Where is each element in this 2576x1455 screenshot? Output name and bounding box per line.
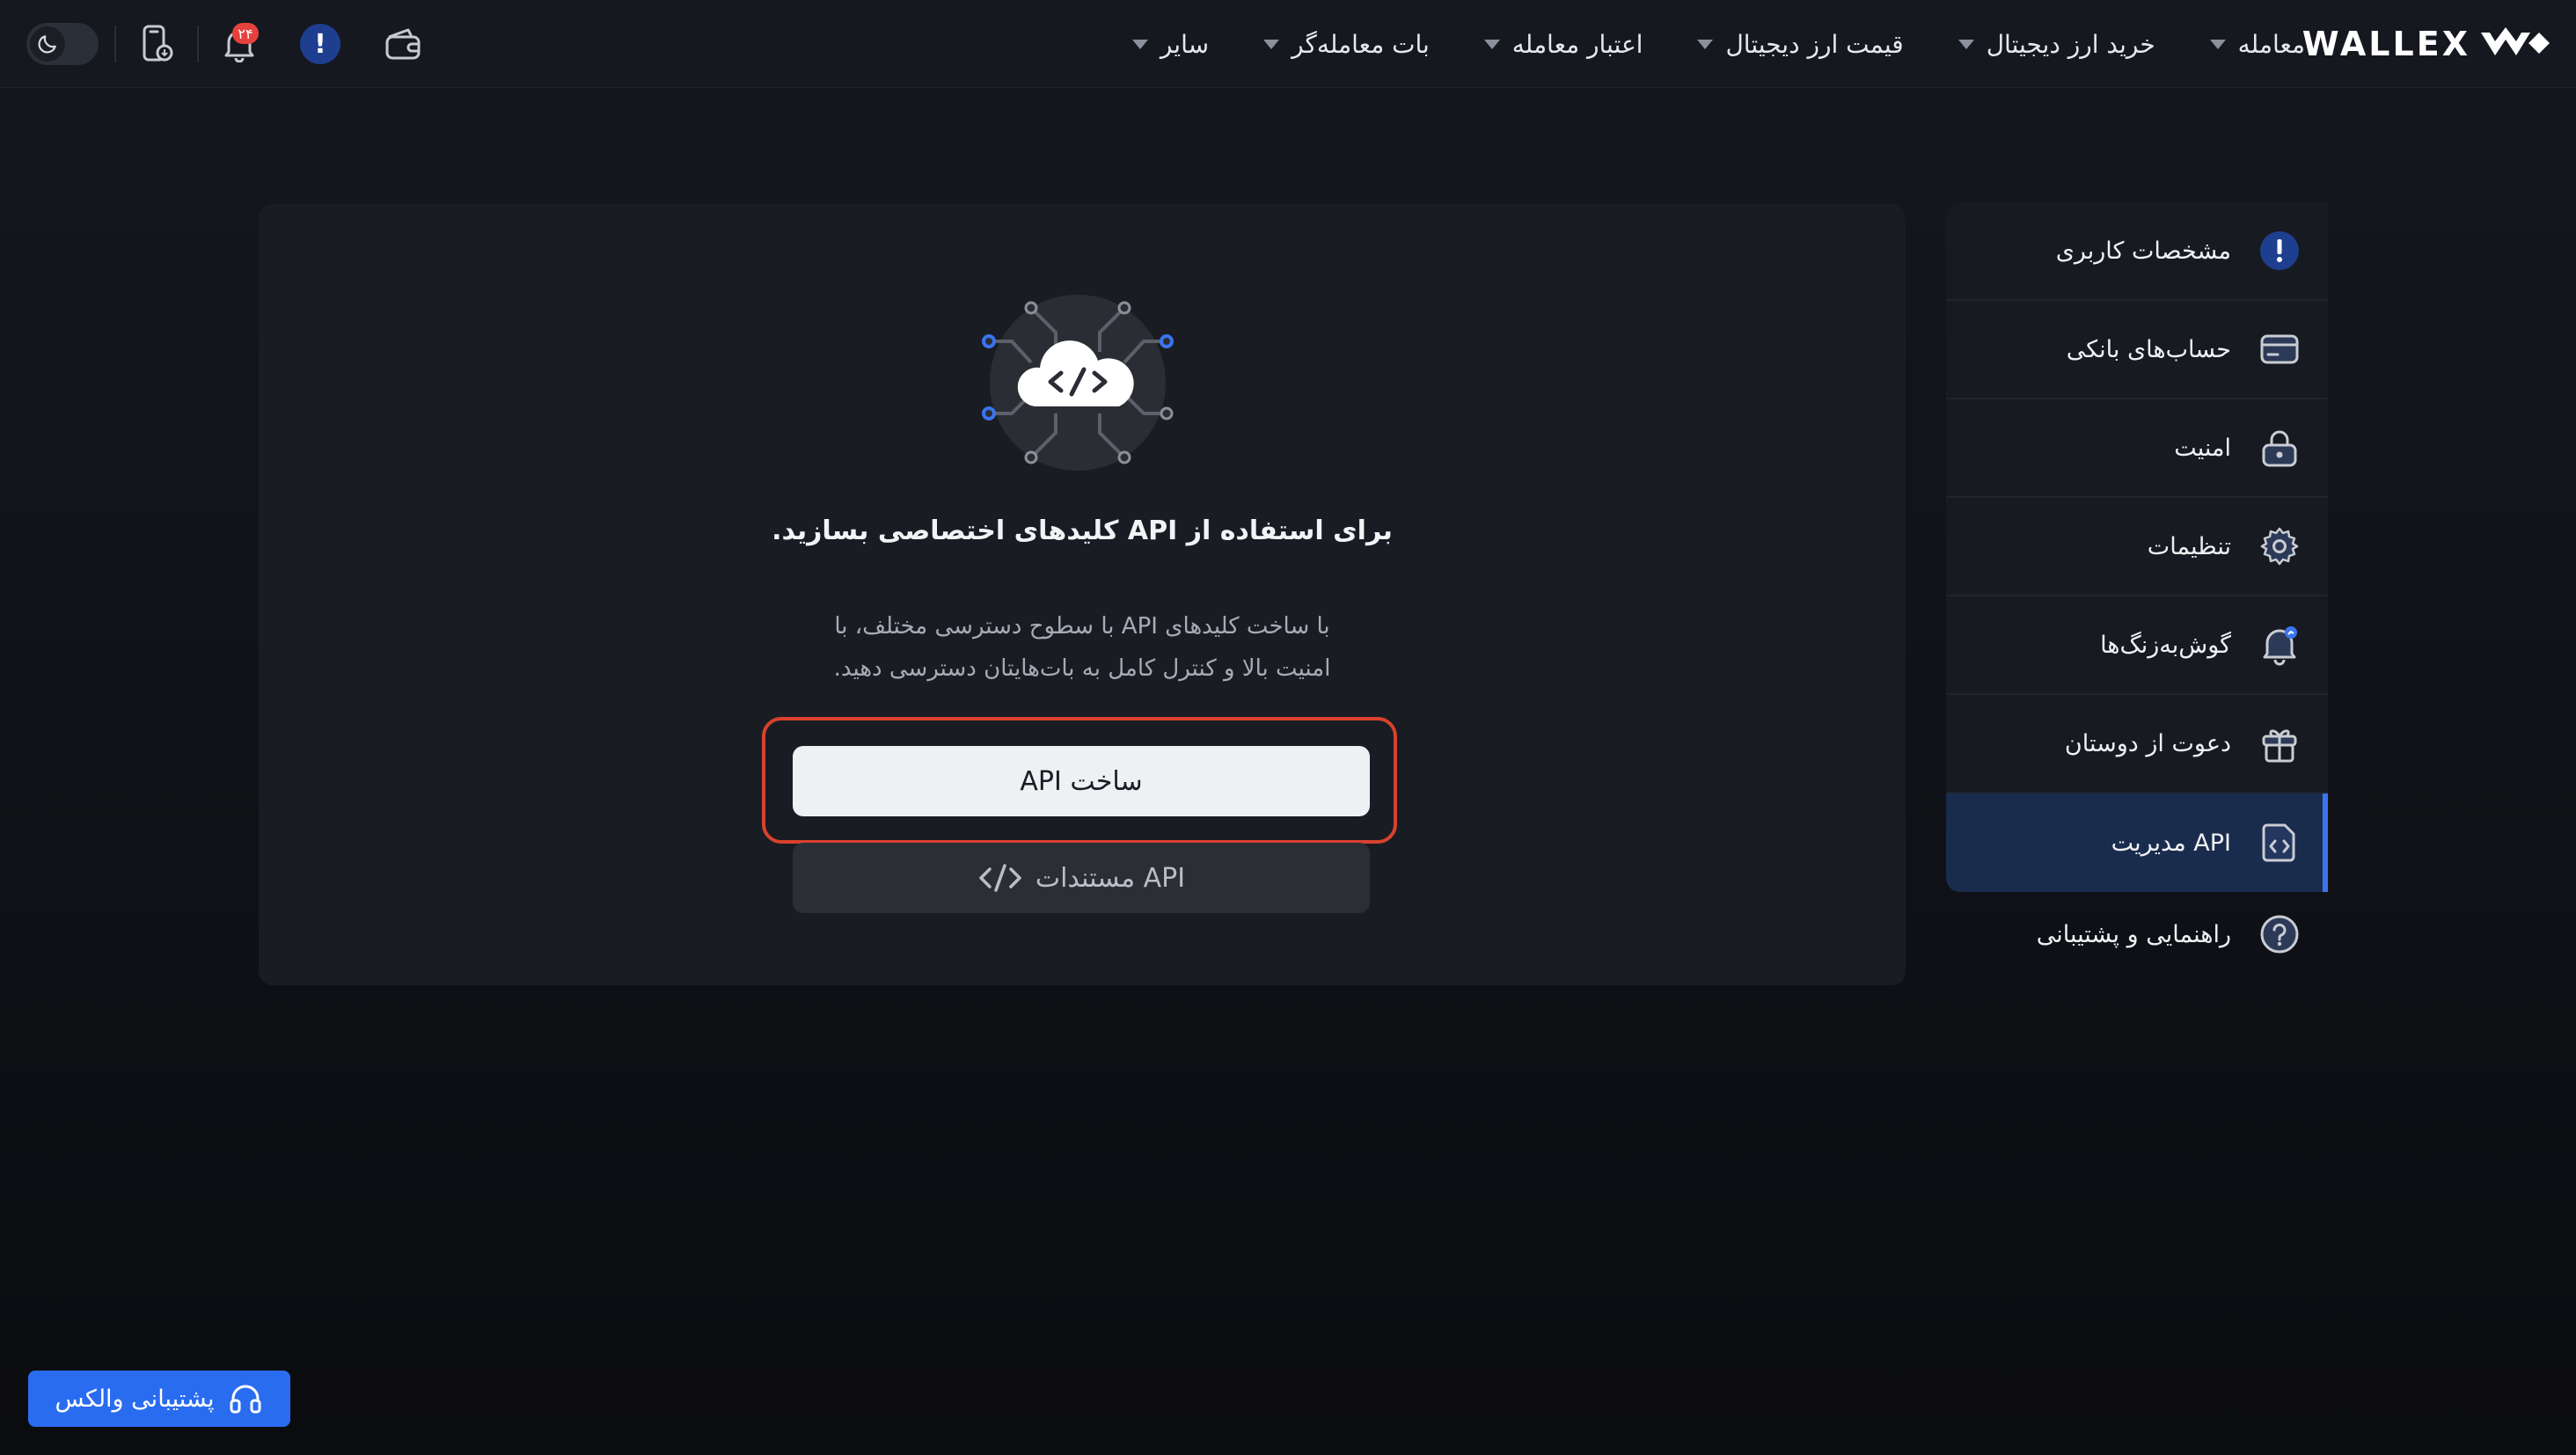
wallex-logo[interactable]: WALLEX: [2302, 19, 2551, 69]
wallet-icon: [385, 28, 421, 60]
account-sidebar: مشخصات کاربری حساب‌های بانکی امنیت تنظیم…: [1946, 202, 2328, 961]
sidebar-item-invite-friends[interactable]: دعوت از دوستان: [1946, 695, 2328, 793]
alert-icon: [2258, 229, 2302, 273]
nav-item-trading-bot[interactable]: بات معامله‌گر: [1263, 30, 1430, 59]
sidebar-item-label: امنیت: [2174, 434, 2231, 462]
sidebar-item-help-support[interactable]: راهنمایی و پشتیبانی: [1946, 908, 2328, 961]
mobile-app-button[interactable]: [132, 19, 181, 69]
nav-item-trade-credit[interactable]: اعتبار معامله: [1483, 29, 1643, 59]
help-icon: [2258, 912, 2302, 956]
nav-item-label: سایر: [1160, 29, 1210, 59]
sidebar-item-label: مشخصات کاربری: [2055, 237, 2231, 265]
sidebar-item-label: راهنمایی و پشتیبانی: [2036, 920, 2231, 948]
bell-icon: [2258, 623, 2302, 667]
lock-icon: [2258, 426, 2302, 470]
divider: [197, 26, 199, 62]
api-docs-label: مستندات API: [1035, 862, 1186, 894]
wallex-support-button[interactable]: پشتیبانی والکس: [28, 1371, 290, 1427]
code-brackets-icon: [979, 864, 1021, 892]
sidebar-item-label: حساب‌های بانکی: [2066, 335, 2231, 363]
code-file-icon: [2258, 821, 2302, 865]
sidebar-item-bank-accounts[interactable]: حساب‌های بانکی: [1946, 301, 2328, 399]
nav-item-label: قیمت ارز دیجیتال: [1725, 29, 1904, 59]
sidebar-item-security[interactable]: امنیت: [1946, 399, 2328, 498]
empty-state-description: با ساخت کلیدهای API با سطوح دسترسی مختلف…: [259, 605, 1906, 690]
brand-name: WALLEX: [2302, 25, 2470, 63]
alert-icon: !: [300, 24, 340, 64]
chevron-down-icon: [1131, 39, 1148, 49]
empty-state-headline: برای استفاده از API کلیدهای اختصاصی بساز…: [772, 515, 1393, 546]
chevron-down-icon: [2209, 39, 2226, 49]
nav-item-label: معامله: [2237, 29, 2305, 59]
cloud-code-icon: [982, 295, 1174, 471]
nav-tools: ۲۴ !: [26, 14, 428, 74]
support-label: پشتیبانی والکس: [55, 1385, 215, 1413]
chevron-down-icon: [1697, 39, 1714, 49]
api-docs-button[interactable]: مستندات API: [793, 843, 1370, 913]
card-icon: [2258, 327, 2302, 371]
wallex-logo-mark-icon: [2481, 27, 2550, 55]
api-cloud-illustration: [977, 281, 1179, 487]
nav-item-other[interactable]: سایر: [1131, 29, 1210, 59]
account-alert-button[interactable]: !: [296, 19, 345, 69]
nav-item-trade[interactable]: معامله: [2209, 29, 2305, 59]
sidebar-item-profile[interactable]: مشخصات کاربری: [1946, 202, 2328, 301]
sidebar-item-label: دعوت از دوستان: [2064, 729, 2231, 757]
sidebar-item-label: مدیریت API: [2111, 829, 2231, 857]
sidebar-menu: مشخصات کاربری حساب‌های بانکی امنیت تنظیم…: [1946, 202, 2328, 892]
mobile-download-icon: [143, 25, 173, 62]
description-line: امنیت بالا و کنترل کامل به بات‌هایتان دس…: [833, 655, 1331, 682]
wallet-button[interactable]: [378, 19, 428, 69]
nav-item-label: اعتبار معامله: [1511, 29, 1643, 59]
moon-icon: [30, 26, 65, 62]
nav-item-label: خرید ارز دیجیتال: [1986, 29, 2155, 59]
theme-toggle[interactable]: [26, 23, 99, 65]
chevron-down-icon: [1263, 39, 1280, 49]
sidebar-item-settings[interactable]: تنظیمات: [1946, 498, 2328, 596]
nav-item-buy-crypto[interactable]: خرید ارز دیجیتال: [1958, 30, 2155, 59]
divider: [114, 26, 116, 62]
headset-icon: [230, 1385, 261, 1414]
sidebar-item-price-alerts[interactable]: گوش‌به‌زنگ‌ها: [1946, 596, 2328, 695]
sidebar-item-api-management[interactable]: مدیریت API: [1946, 793, 2328, 892]
top-navbar: WALLEX معامله خرید ارز دیجیتال قیمت ارز …: [0, 0, 2576, 88]
notification-badge: ۲۴: [232, 23, 259, 44]
nav-item-crypto-price[interactable]: قیمت ارز دیجیتال: [1697, 29, 1904, 59]
sidebar-item-label: تنظیمات: [2147, 532, 2231, 560]
nav-item-label: بات معامله‌گر: [1292, 29, 1430, 59]
notifications-button[interactable]: ۲۴: [215, 19, 264, 69]
chevron-down-icon: [1958, 39, 1974, 49]
create-api-button[interactable]: ساخت API: [793, 746, 1370, 816]
description-line: با ساخت کلیدهای API با سطوح دسترسی مختلف…: [834, 613, 1330, 640]
chevron-down-icon: [1483, 39, 1500, 49]
main-nav: معامله خرید ارز دیجیتال قیمت ارز دیجیتال…: [1131, 19, 2305, 69]
sidebar-item-label: گوش‌به‌زنگ‌ها: [2100, 631, 2231, 659]
gear-icon: [2258, 524, 2302, 568]
gift-icon: [2258, 721, 2302, 765]
